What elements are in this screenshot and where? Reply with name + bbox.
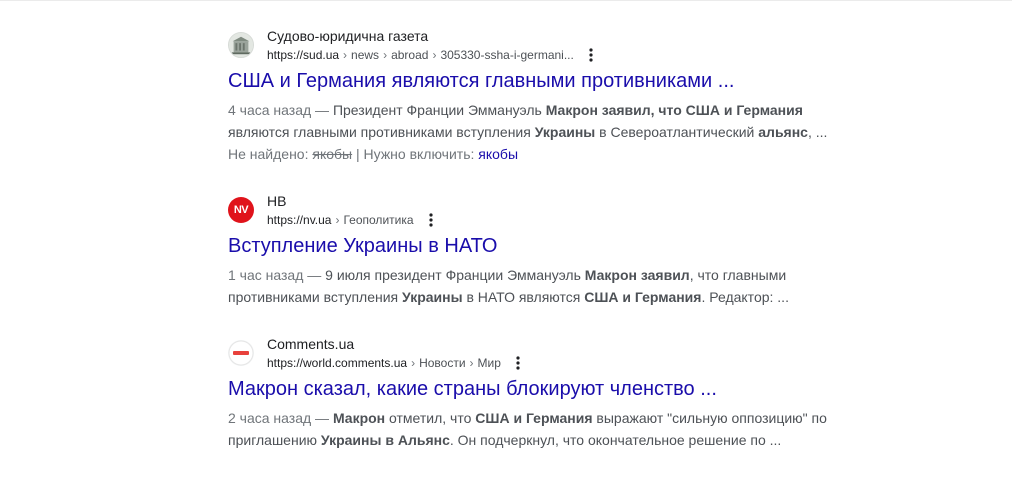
snippet-text: отметил, что xyxy=(385,410,476,426)
result-title-link[interactable]: Макрон сказал, какие страны блокируют чл… xyxy=(228,376,848,402)
missing-terms-row: Не найдено: якобы | Нужно включить: якоб… xyxy=(228,143,848,165)
include-label: Нужно включить: xyxy=(363,146,479,162)
snippet-highlight: Макрон xyxy=(332,410,386,426)
three-dots-vertical-icon[interactable] xyxy=(509,354,527,372)
three-dots-vertical-icon[interactable] xyxy=(422,211,440,229)
url-base: https://world.comments.ua xyxy=(267,356,408,370)
snippet-highlight: Украины в Альянс xyxy=(320,432,450,448)
missing-separator: | xyxy=(352,146,364,162)
breadcrumb-separator: › xyxy=(432,48,437,62)
breadcrumb-separator: › xyxy=(383,48,388,62)
snippet-text: в Североатлантический xyxy=(595,124,759,140)
breadcrumb-separator: › xyxy=(469,356,474,370)
snippet-highlight: альянс xyxy=(758,124,808,140)
site-url: https://sud.ua › news › abroad › 305330-… xyxy=(267,46,600,64)
snippet-highlight: Украины xyxy=(402,289,463,305)
site-name: Судово-юридична газета xyxy=(267,28,429,44)
breadcrumb-separator: › xyxy=(411,356,416,370)
site-url: https://nv.ua › Геополитика xyxy=(267,211,440,229)
site-url: https://world.comments.ua › Новости › Ми… xyxy=(267,354,527,372)
snippet-highlight: Макрон заявил xyxy=(584,267,690,283)
include-term-link[interactable]: якобы xyxy=(478,146,518,162)
result-site-row[interactable]: Судово-юридична газета https://sud.ua › … xyxy=(228,27,848,63)
snippet-highlight: США и Германия xyxy=(584,289,702,305)
result-snippet: 2 часа назад — Макрон отметил, что США и… xyxy=(228,407,838,451)
result-snippet: 4 часа назад — Президент Франции Эммануэ… xyxy=(228,99,838,143)
search-result-comments: Comments.ua https://world.comments.ua › … xyxy=(228,335,848,451)
nv-logo-text: NV xyxy=(233,204,249,216)
breadcrumb: 305330-ssha-i-germani... xyxy=(440,48,574,62)
result-title-link[interactable]: США и Германия являются главными противн… xyxy=(228,68,848,94)
result-site-row[interactable]: NV НВ https://nv.ua › Геополитика xyxy=(228,192,848,228)
breadcrumb: Мир xyxy=(477,356,501,370)
url-base: https://sud.ua xyxy=(267,48,340,62)
breadcrumb-separator: › xyxy=(335,213,340,227)
url-base: https://nv.ua xyxy=(267,213,332,227)
result-title-link[interactable]: Вступление Украины в НАТО xyxy=(228,233,848,259)
snippet-highlight: Макрон заявил, что США и Германия xyxy=(545,102,803,118)
result-snippet: 1 час назад — 9 июля президент Франции Э… xyxy=(228,264,838,308)
top-divider xyxy=(0,0,1012,1)
snippet-text: в НАТО являются xyxy=(462,289,585,305)
breadcrumb: Новости xyxy=(419,356,466,370)
missing-term: якобы xyxy=(312,146,353,162)
snippet-text: Президент Франции Эммануэль xyxy=(332,102,546,118)
snippet-text: . Редактор: ... xyxy=(701,289,789,305)
three-dots-vertical-icon[interactable] xyxy=(582,46,600,64)
snippet-date: 4 часа назад — xyxy=(228,102,333,118)
snippet-date: 2 часа назад — xyxy=(228,410,333,426)
courthouse-image-icon xyxy=(228,32,254,58)
snippet-text: , ... xyxy=(807,124,828,140)
nv-logo-icon: NV xyxy=(228,197,254,223)
search-results: Судово-юридична газета https://sud.ua › … xyxy=(228,27,848,451)
breadcrumb: Геополитика xyxy=(343,213,414,227)
breadcrumb: news xyxy=(351,48,380,62)
snippet-text: 9 июля президент Франции Эммануэль xyxy=(325,267,585,283)
site-name: НВ xyxy=(267,193,287,209)
snippet-date: 1 час назад — xyxy=(228,267,326,283)
snippet-text: являются главными противниками вступлени… xyxy=(228,124,535,140)
breadcrumb-separator: › xyxy=(343,48,348,62)
snippet-highlight: Украины xyxy=(534,124,596,140)
snippet-text: . Он подчеркнул, что окончательное решен… xyxy=(449,432,782,448)
missing-label: Не найдено: xyxy=(228,146,313,162)
breadcrumb: abroad xyxy=(391,48,429,62)
comments-logo-icon xyxy=(228,340,254,366)
site-name: Comments.ua xyxy=(267,336,355,352)
result-site-row[interactable]: Comments.ua https://world.comments.ua › … xyxy=(228,335,848,371)
snippet-highlight: США и Германия xyxy=(475,410,593,426)
search-result-nv: NV НВ https://nv.ua › Геополитика Вступл… xyxy=(228,192,848,308)
search-result-sud: Судово-юридична газета https://sud.ua › … xyxy=(228,27,848,165)
